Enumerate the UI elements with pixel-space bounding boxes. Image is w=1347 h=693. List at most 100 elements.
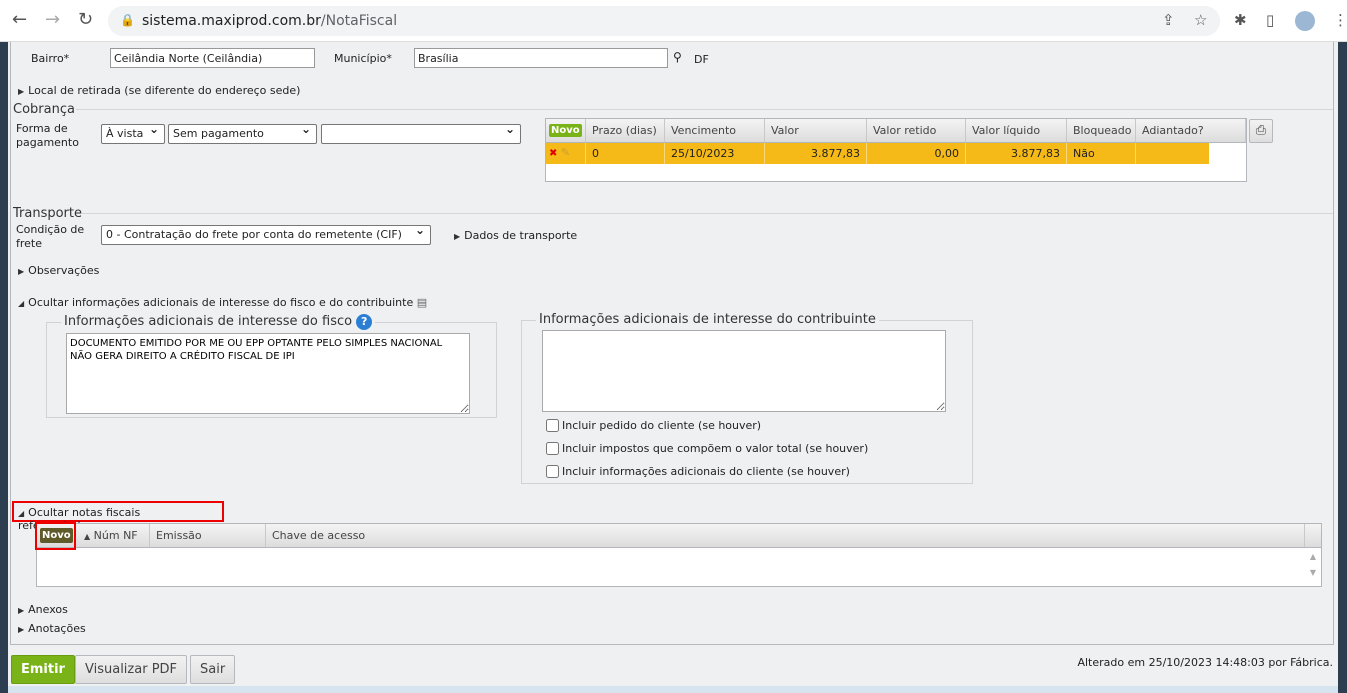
url-host: sistema.maxiprod.com.br xyxy=(142,13,321,29)
novo-parcela-button[interactable]: Novo xyxy=(549,124,582,137)
checkbox-label: Incluir impostos que compõem o valor tot… xyxy=(562,442,869,455)
help-icon[interactable]: ? xyxy=(356,314,373,330)
municipio-input[interactable]: Brasília xyxy=(414,48,668,68)
menu-icon[interactable]: ⋮ xyxy=(1333,11,1347,29)
avatar[interactable] xyxy=(1295,11,1315,31)
sidepanel-icon[interactable]: ▯ xyxy=(1266,11,1274,29)
novo-highlight: Novo xyxy=(35,522,76,550)
col-valor-liquido[interactable]: Valor líquido xyxy=(966,119,1067,142)
cell-vencimento: 25/10/2023 xyxy=(665,143,765,164)
col-valor-retido[interactable]: Valor retido xyxy=(867,119,966,142)
condicao-frete-select[interactable]: 0 - Contratação do frete por conta do re… xyxy=(101,223,431,245)
grid-scrollbar[interactable]: ▲ ▼ xyxy=(1305,549,1321,586)
incluir-impostos-checkbox[interactable]: Incluir impostos que compõem o valor tot… xyxy=(546,442,868,455)
cell-adiantado xyxy=(1136,143,1209,164)
notas-referenciadas-toggle[interactable]: ◢Ocultar notas fiscais referenciadas xyxy=(12,501,224,532)
sair-button[interactable]: Sair xyxy=(190,655,236,684)
fisco-legend: Informações adicionais de interesse do f… xyxy=(61,314,376,330)
checkbox-label: Incluir informações adicionais do client… xyxy=(562,465,850,478)
local-retirada-toggle[interactable]: ▶ Local de retirada (se diferente do ende… xyxy=(18,84,300,97)
caret-right-icon: ▶ xyxy=(18,267,25,276)
checkbox[interactable] xyxy=(546,419,559,432)
transporte-title: Transporte xyxy=(13,206,82,221)
observacoes-toggle[interactable]: ▶ Observações xyxy=(18,264,99,277)
sort-asc-icon: ▲ xyxy=(84,532,91,541)
anotacoes-label: Anotações xyxy=(28,622,86,635)
cobranca-title: Cobrança xyxy=(13,102,75,117)
document-icon: ▤ xyxy=(416,296,428,309)
parcelas-grid: Novo Prazo (dias) Vencimento Valor Valor… xyxy=(545,118,1247,182)
edit-icon[interactable]: ✎ xyxy=(561,146,570,159)
emitir-button[interactable]: Emitir xyxy=(11,655,75,684)
col-emissao[interactable]: Emissão xyxy=(150,524,266,547)
checkbox-label: Incluir pedido do cliente (se houver) xyxy=(562,419,762,432)
anexos-label: Anexos xyxy=(28,603,68,616)
caret-right-icon: ▶ xyxy=(18,625,25,634)
col-num-nf[interactable]: ▲ Núm NF xyxy=(78,524,150,547)
last-modified-text: Alterado em 25/10/2023 14:48:03 por Fábr… xyxy=(1077,656,1333,669)
dados-transporte-toggle[interactable]: ▶ Dados de transporte xyxy=(454,229,577,242)
fisco-textarea[interactable]: DOCUMENTO EMITIDO POR ME OU EPP OPTANTE … xyxy=(66,333,470,414)
star-icon[interactable]: ☆ xyxy=(1194,11,1207,29)
lock-icon: 🔒 xyxy=(120,13,135,27)
novo-nota-referenciada-button[interactable]: Novo xyxy=(40,528,73,543)
condicao-frete-label: Condição de frete xyxy=(16,223,85,250)
municipio-label: Município* xyxy=(334,52,392,65)
uf-text: DF xyxy=(694,53,709,66)
bairro-input[interactable]: Ceilândia Norte (Ceilândia) xyxy=(110,48,315,68)
reload-icon[interactable]: ↻ xyxy=(78,9,93,30)
notas-referenciadas-grid: ▲ Núm NF Emissão Chave de acesso ▲ ▼ xyxy=(36,523,1322,587)
grid-header: ▲ Núm NF Emissão Chave de acesso xyxy=(37,524,1321,548)
share-icon[interactable]: ⇪ xyxy=(1162,11,1175,29)
cell-liquido: 3.877,83 xyxy=(966,143,1067,164)
browser-toolbar: ← → ↻ 🔒 sistema.maxiprod.com.br/NotaFisc… xyxy=(0,0,1347,42)
cell-prazo: 0 xyxy=(586,143,665,164)
observacoes-label: Observações xyxy=(28,264,100,277)
left-frame xyxy=(0,42,8,693)
forma-pagamento-select[interactable]: À vista xyxy=(101,122,165,144)
local-retirada-label: Local de retirada (se diferente do ender… xyxy=(28,84,301,97)
caret-right-icon: ▶ xyxy=(454,232,461,241)
url-path: /NotaFiscal xyxy=(320,13,398,29)
divider xyxy=(82,213,1333,214)
col-bloqueado[interactable]: Bloqueado xyxy=(1067,119,1136,142)
visualizar-pdf-button[interactable]: Visualizar PDF xyxy=(75,655,188,684)
caret-down-icon: ◢ xyxy=(18,299,25,308)
anotacoes-toggle[interactable]: ▶ Anotações xyxy=(18,622,86,635)
cell-bloqueado: Não xyxy=(1067,143,1136,164)
info-adicionais-label: Ocultar informações adicionais de intere… xyxy=(28,296,414,309)
url-text[interactable]: sistema.maxiprod.com.br/NotaFiscal xyxy=(142,13,397,29)
scrollbar[interactable] xyxy=(1338,42,1347,693)
info-adicionais-toggle[interactable]: ◢ Ocultar informações adicionais de inter… xyxy=(18,296,427,309)
col-adiantado[interactable]: Adiantado? xyxy=(1136,119,1246,142)
back-icon[interactable]: ← xyxy=(12,9,27,30)
col-chave-acesso[interactable]: Chave de acesso xyxy=(266,524,1305,547)
fisco-title: Informações adicionais de interesse do f… xyxy=(64,314,353,329)
extensions-icon[interactable]: ✱ xyxy=(1234,11,1247,29)
meio-pagamento-select[interactable]: Sem pagamento xyxy=(168,122,317,144)
conta-select[interactable] xyxy=(321,122,521,144)
contribuinte-title: Informações adicionais de interesse do c… xyxy=(536,312,879,327)
delete-icon[interactable]: ✖ xyxy=(549,148,557,159)
checkbox[interactable] xyxy=(546,465,559,478)
forma-pagamento-label: Forma de pagamento xyxy=(16,122,79,149)
forward-icon[interactable]: → xyxy=(45,9,60,30)
divider xyxy=(76,109,1333,110)
col-vencimento[interactable]: Vencimento xyxy=(665,119,765,142)
incluir-info-cliente-checkbox[interactable]: Incluir informações adicionais do client… xyxy=(546,465,850,478)
contribuinte-textarea[interactable] xyxy=(542,330,946,412)
print-icon[interactable]: ⎙ xyxy=(1249,119,1273,143)
col-valor[interactable]: Valor xyxy=(765,119,867,142)
bottom-strip xyxy=(8,686,1338,693)
checkbox[interactable] xyxy=(546,442,559,455)
cell-valor: 3.877,83 xyxy=(765,143,867,164)
col-prazo[interactable]: Prazo (dias) xyxy=(586,119,665,142)
anexos-toggle[interactable]: ▶ Anexos xyxy=(18,603,68,616)
col-num-nf-label: Núm NF xyxy=(93,529,138,542)
search-icon[interactable]: ⚲ xyxy=(673,50,682,64)
table-row[interactable]: ✖ ✎ 0 25/10/2023 3.877,83 0,00 3.877,83 … xyxy=(546,143,1209,164)
dados-transporte-label: Dados de transporte xyxy=(464,229,578,242)
incluir-pedido-checkbox[interactable]: Incluir pedido do cliente (se houver) xyxy=(546,419,761,432)
grid-header: Novo Prazo (dias) Vencimento Valor Valor… xyxy=(546,119,1246,143)
caret-right-icon: ▶ xyxy=(18,87,25,96)
